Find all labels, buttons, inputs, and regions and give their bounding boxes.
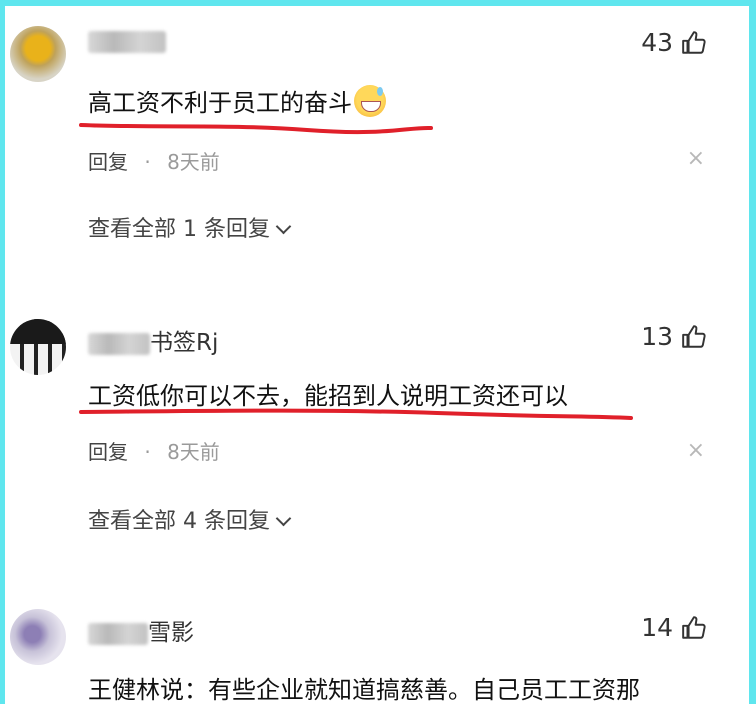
comment-text-content: 高工资不利于员工的奋斗 [88,89,352,117]
comment-text: 高工资不利于员工的奋斗 [88,83,386,118]
avatar[interactable] [10,319,66,375]
blurred-username [88,30,166,53]
like-button[interactable]: 14 [641,613,707,642]
comment-meta: 回复 · 8天前 [88,436,220,465]
thumbs-up-icon [682,30,706,54]
comment-panel: 43 高工资不利于员工的奋斗 回复 · 8天前 × 查看全部 1 条回复 书签R… [5,6,749,704]
username-text: 书签Rj [150,330,219,356]
chevron-down-icon [275,510,292,527]
timestamp: 8天前 [167,440,220,464]
reply-button[interactable]: 回复 [88,440,128,464]
like-button[interactable]: 43 [641,28,707,57]
separator-dot: · [144,440,151,464]
close-icon[interactable]: × [687,438,705,463]
red-underline [79,408,633,420]
like-count: 43 [641,28,673,57]
comment-text-content: 王健林说：有些企业就知道搞慈善。自己员工工资那 [88,676,640,704]
red-underline [79,123,433,135]
avatar[interactable] [10,609,66,665]
blurred-username [88,622,148,645]
like-count: 13 [641,322,673,351]
comment-meta: 回复 · 8天前 [88,146,220,175]
reply-button[interactable]: 回复 [88,150,128,174]
username[interactable]: 书签Rj [88,323,218,357]
thumbs-up-icon [682,615,706,639]
timestamp: 8天前 [167,150,220,174]
view-replies-text: 查看全部 4 条回复 [88,509,270,534]
separator-dot: · [144,150,151,174]
username[interactable] [88,28,166,54]
like-count: 14 [641,613,673,642]
view-replies-link[interactable]: 查看全部 4 条回复 [88,503,292,535]
comment-text: 王健林说：有些企业就知道搞慈善。自己员工工资那 [88,670,640,704]
chevron-down-icon [275,218,292,235]
thumbs-up-icon [682,324,706,348]
username-text: 雪影 [148,620,194,646]
like-button[interactable]: 13 [641,322,707,351]
blurred-username [88,332,150,355]
avatar[interactable] [10,26,66,82]
username[interactable]: 雪影 [88,613,194,647]
close-icon[interactable]: × [687,146,705,171]
grin-sweat-emoji-icon [354,85,386,117]
view-replies-link[interactable]: 查看全部 1 条回复 [88,211,292,243]
view-replies-text: 查看全部 1 条回复 [88,217,270,242]
